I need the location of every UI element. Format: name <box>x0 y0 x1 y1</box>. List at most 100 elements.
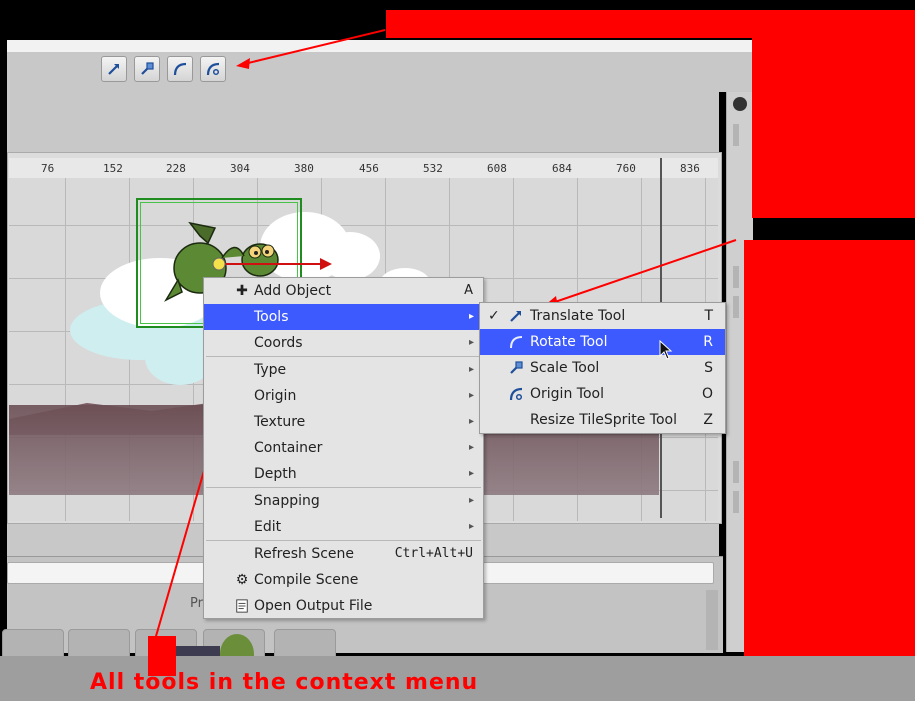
ruler-tick-label: 760 <box>616 162 636 175</box>
submenu-item-translate-tool[interactable]: ✓ Translate Tool T <box>480 303 725 329</box>
menu-item-label: Origin <box>254 388 297 404</box>
file-icon <box>234 598 250 614</box>
submenu-item-origin-tool[interactable]: Origin Tool O <box>480 381 725 407</box>
menu-item-label: Edit <box>254 519 282 535</box>
menu-item-accel: A <box>464 283 473 298</box>
menu-item-accel: Ctrl+Alt+U <box>394 546 473 561</box>
menu-item-add-object[interactable]: ✚ Add Object A <box>204 278 483 304</box>
scale-tool-button[interactable] <box>134 56 160 82</box>
bottom-scrollbar[interactable] <box>706 590 718 650</box>
submenu-arrow-icon: ▸ <box>468 468 474 479</box>
menu-item-open-output-file[interactable]: Open Output File <box>204 593 483 619</box>
submenu-arrow-icon: ▸ <box>468 521 474 532</box>
annotation-caption: All tools in the context menu <box>90 670 479 695</box>
menu-item-depth[interactable]: Depth ▸ <box>204 461 483 487</box>
tools-submenu: ✓ Translate Tool T Rotate Tool R Scale T… <box>479 302 726 434</box>
panel-label: Pr <box>190 596 203 611</box>
translate-arrow-icon <box>108 64 119 75</box>
rotate-tool-button[interactable] <box>167 56 193 82</box>
ruler-tick-label: 228 <box>166 162 186 175</box>
submenu-item-label: Translate Tool <box>530 308 626 324</box>
menu-item-label: Snapping <box>254 493 320 509</box>
menu-item-container[interactable]: Container ▸ <box>204 435 483 461</box>
submenu-arrow-icon: ▸ <box>468 495 474 506</box>
submenu-item-accel: T <box>704 308 713 324</box>
submenu-item-scale-tool[interactable]: Scale Tool S <box>480 355 725 381</box>
plus-icon: ✚ <box>236 283 248 299</box>
translate-arrow-icon <box>510 311 521 322</box>
submenu-item-accel: S <box>704 360 713 376</box>
menu-item-label: Add Object <box>254 283 332 299</box>
ruler-tick-label: 608 <box>487 162 507 175</box>
mouse-cursor-icon <box>659 340 673 360</box>
menu-item-label: Refresh Scene <box>254 546 355 562</box>
checkmark-icon: ✓ <box>488 308 500 324</box>
menu-item-coords[interactable]: Coords ▸ <box>204 330 483 356</box>
ruler-tick-label: 456 <box>359 162 379 175</box>
asset-thumbnail[interactable] <box>68 629 130 659</box>
submenu-item-rotate-tool[interactable]: Rotate Tool R <box>480 329 725 355</box>
ruler-tick-label: 684 <box>552 162 572 175</box>
rotate-arc-icon <box>510 336 523 349</box>
horizontal-ruler: 76 152 228 304 380 456 532 608 684 760 8… <box>9 158 718 179</box>
submenu-item-label: Resize TileSprite Tool <box>530 412 677 428</box>
submenu-item-accel: O <box>701 386 713 402</box>
menu-item-refresh-scene[interactable]: Refresh Scene Ctrl+Alt+U <box>204 541 483 567</box>
menu-item-texture[interactable]: Texture ▸ <box>204 409 483 435</box>
ruler-tick-label: 76 <box>41 162 55 175</box>
menu-item-edit[interactable]: Edit ▸ <box>204 514 483 540</box>
side-panel-handle <box>733 124 739 146</box>
menu-item-snapping[interactable]: Snapping ▸ <box>204 488 483 514</box>
menu-item-label: Tools <box>254 309 289 325</box>
menu-item-tools[interactable]: Tools ▸ <box>204 304 483 330</box>
menu-item-label: Coords <box>254 335 303 351</box>
gear-icon: ⚙ <box>235 572 249 588</box>
side-panel-handle <box>733 491 739 513</box>
ruler-tick-label: 532 <box>423 162 443 175</box>
window-top-border <box>7 40 752 52</box>
submenu-item-accel: R <box>703 334 713 350</box>
annotation-block <box>744 240 915 656</box>
submenu-arrow-icon: ▸ <box>468 416 474 427</box>
translate-tool-button[interactable] <box>101 56 127 82</box>
submenu-arrow-icon: ▸ <box>468 390 474 401</box>
ruler-tick-label: 836 <box>680 162 700 175</box>
ruler-tick-label: 304 <box>230 162 250 175</box>
ruler-tick-label: 380 <box>294 162 314 175</box>
submenu-arrow-icon: ▸ <box>468 364 474 375</box>
origin-tool-button[interactable] <box>200 56 226 82</box>
menu-item-label: Type <box>254 362 287 378</box>
translate-x-gizmo[interactable] <box>208 254 338 274</box>
submenu-arrow-icon: ▸ <box>468 337 474 348</box>
asset-thumbnail[interactable] <box>2 629 64 659</box>
menu-item-compile-scene[interactable]: ⚙ Compile Scene <box>204 567 483 593</box>
submenu-item-resize-tilesprite-tool[interactable]: Resize TileSprite Tool Z <box>480 407 725 433</box>
menu-item-type[interactable]: Type ▸ <box>204 357 483 383</box>
submenu-item-accel: Z <box>703 412 713 428</box>
ruler-tick-label: 152 <box>103 162 123 175</box>
menu-item-label: Texture <box>254 414 306 430</box>
annotation-block <box>752 10 915 218</box>
origin-arc-icon <box>509 387 523 401</box>
side-panel-icon[interactable] <box>733 97 747 111</box>
asset-thumbnail[interactable] <box>274 629 336 659</box>
menu-item-label: Container <box>254 440 323 456</box>
menu-item-origin[interactable]: Origin ▸ <box>204 383 483 409</box>
submenu-item-label: Rotate Tool <box>530 334 608 350</box>
origin-arc-icon <box>206 62 220 76</box>
submenu-arrow-icon: ▸ <box>468 442 474 453</box>
menu-item-label: Compile Scene <box>254 572 359 588</box>
menu-item-label: Depth <box>254 466 297 482</box>
submenu-item-label: Scale Tool <box>530 360 600 376</box>
context-menu: ✚ Add Object A Tools ▸ Coords ▸ Type ▸ O… <box>203 277 484 619</box>
editor-right-strip <box>719 52 752 92</box>
submenu-arrow-icon: ▸ <box>468 311 474 322</box>
rotate-arc-icon <box>173 62 187 76</box>
menu-item-label: Open Output File <box>254 598 373 614</box>
scale-handle-icon <box>510 361 523 374</box>
side-panel-handle <box>733 296 739 318</box>
submenu-item-label: Origin Tool <box>530 386 604 402</box>
scale-handle-icon <box>141 62 154 75</box>
side-panel-handle <box>733 461 739 483</box>
side-panel-handle <box>733 266 739 288</box>
